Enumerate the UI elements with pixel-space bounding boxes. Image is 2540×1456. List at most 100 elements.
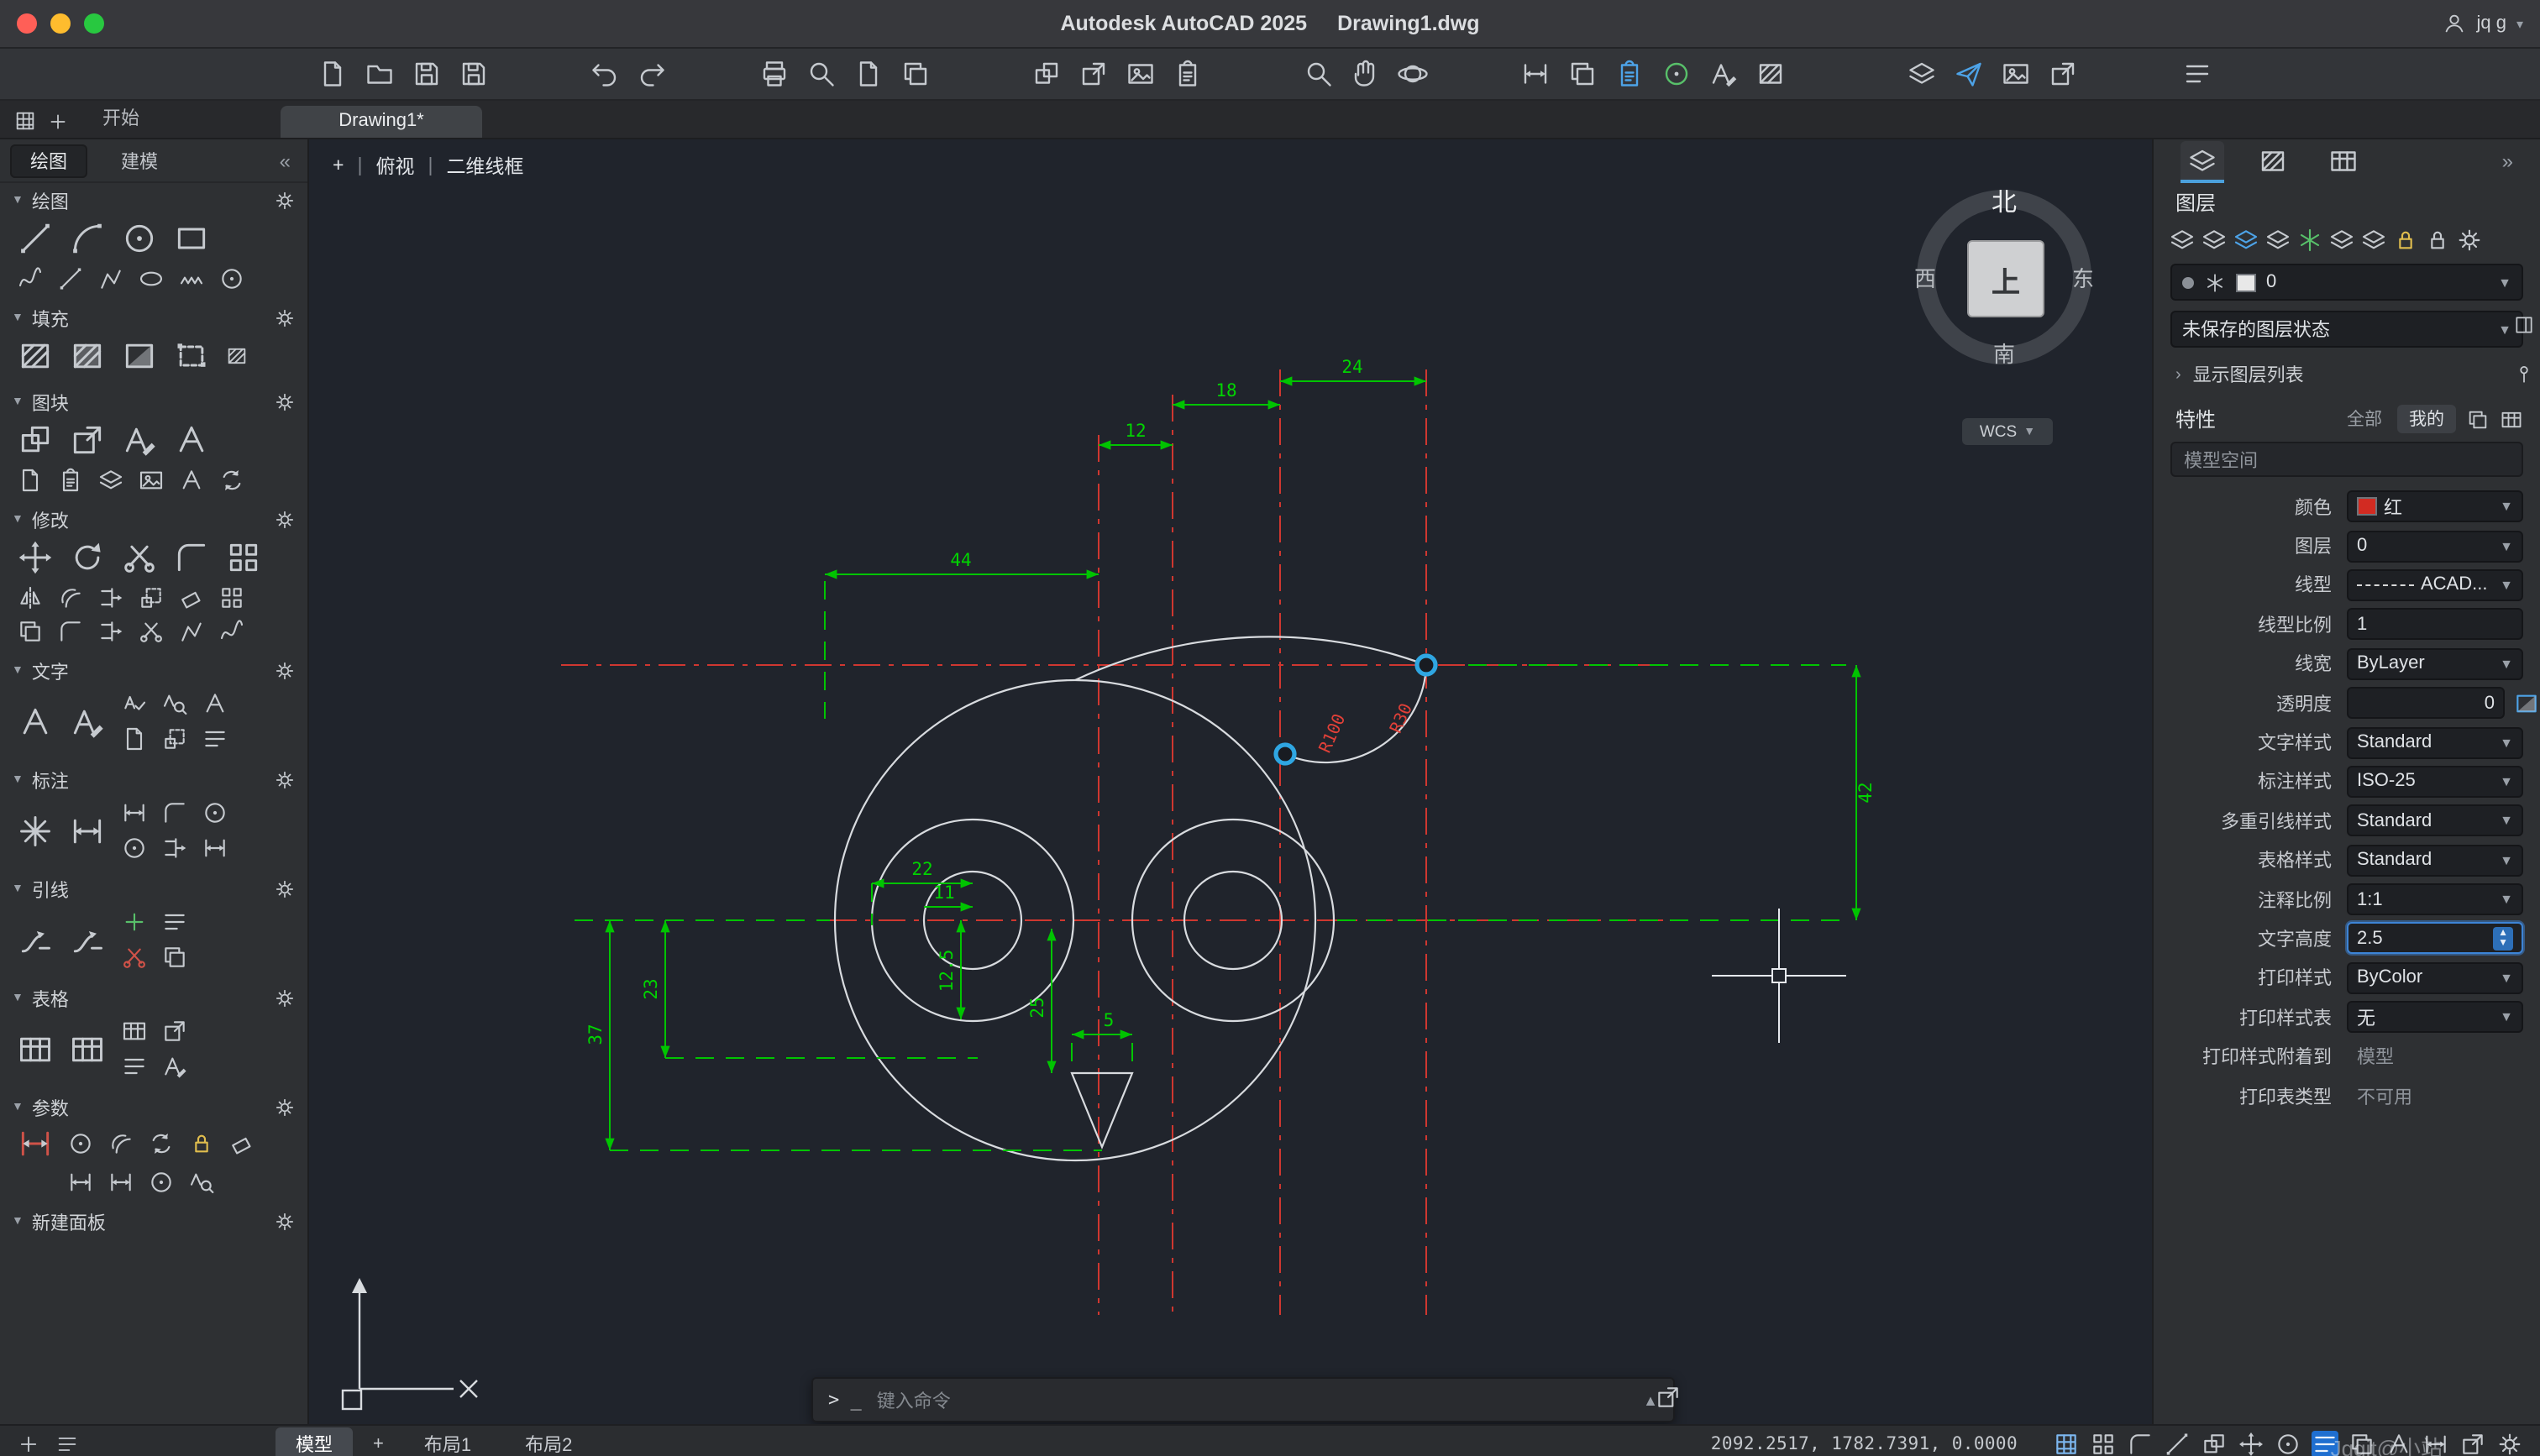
view-manager-button[interactable] [2048, 59, 2078, 89]
sync-attributes-tool-icon[interactable] [218, 467, 245, 494]
attach-reference-button[interactable] [1078, 59, 1109, 89]
more-tabs-button[interactable]: » [2502, 149, 2513, 173]
transparency-input[interactable]: 0 [2347, 687, 2505, 720]
transparency-picker-icon[interactable] [2513, 689, 2540, 716]
delete-constraints-tool-icon[interactable] [228, 1130, 255, 1157]
point-tool-icon[interactable] [218, 265, 245, 292]
command-line[interactable]: > _ 键入命令 ▲ [811, 1377, 1675, 1422]
polyline-tool-icon[interactable] [97, 265, 124, 292]
new-drawing-button[interactable] [318, 59, 348, 89]
snap-mode-toggle-icon[interactable] [2090, 1431, 2117, 1456]
viewport-menu-button[interactable]: + [333, 156, 344, 176]
tab-model[interactable]: 模型 [276, 1427, 353, 1456]
justify-text-tool-icon[interactable] [202, 725, 228, 752]
add-leader-tool-icon[interactable] [121, 909, 148, 935]
hatch-button[interactable] [1755, 59, 1786, 89]
create-block-tool-icon[interactable] [69, 422, 106, 458]
gradient-tool-icon[interactable] [121, 338, 158, 374]
clip-reference-tool-icon[interactable] [57, 467, 84, 494]
command-input-placeholder[interactable]: 键入命令 [877, 1386, 951, 1413]
palette-tab-model[interactable]: 建模 [101, 144, 178, 177]
add-tool-icon[interactable] [17, 1432, 40, 1456]
dock-panel-icon[interactable] [2513, 314, 2535, 336]
section-settings-icon[interactable] [274, 660, 296, 682]
attach-image-button[interactable] [1126, 59, 1156, 89]
compass-north[interactable]: 北 [1992, 184, 2017, 219]
collapse-triangle-icon[interactable]: ▼ [12, 883, 24, 895]
table-tool-icon[interactable] [17, 1030, 54, 1067]
set-current-layer-icon[interactable] [2233, 227, 2259, 254]
find-text-tool-icon[interactable] [161, 690, 188, 717]
page-setup-button[interactable] [853, 59, 884, 89]
grip-point[interactable] [1273, 742, 1297, 766]
section-settings-icon[interactable] [274, 769, 296, 791]
collapse-triangle-icon[interactable]: ▼ [12, 665, 24, 677]
collapse-triangle-icon[interactable]: ▼ [12, 195, 24, 207]
color-select[interactable]: 红 ▼ [2347, 490, 2523, 523]
section-settings-icon[interactable] [274, 1211, 296, 1233]
trim-tool-icon[interactable] [121, 539, 158, 576]
customization-gear-icon[interactable] [2496, 1431, 2523, 1456]
underlay-layers-tool-icon[interactable] [97, 467, 124, 494]
tab-layers[interactable] [2181, 140, 2224, 182]
align-leaders-tool-icon[interactable] [161, 909, 188, 935]
display-settings-button[interactable] [2001, 59, 2031, 89]
delete-layer-icon[interactable] [2201, 227, 2228, 254]
linear-dimension-tool-icon[interactable] [69, 812, 106, 849]
filter-all-button[interactable]: 全部 [2335, 405, 2394, 433]
object-snap-tracking-toggle-icon[interactable] [2238, 1431, 2264, 1456]
dim-style-select[interactable]: ISO-25 ▼ [2347, 765, 2523, 798]
new-layer-icon[interactable] [2169, 227, 2196, 254]
break-tool-icon[interactable] [138, 618, 165, 645]
copy-tool-icon[interactable] [17, 618, 44, 645]
layer-on-off-icon[interactable] [2264, 227, 2291, 254]
purge-button[interactable] [1661, 59, 1692, 89]
section-settings-icon[interactable] [274, 878, 296, 900]
circle-tool-icon[interactable] [121, 220, 158, 257]
attach-reference-tool-icon[interactable] [17, 467, 44, 494]
line-tool-icon[interactable] [17, 220, 54, 257]
plot-style-table-select[interactable]: 无 ▼ [2347, 1001, 2523, 1034]
ordinate-dimension-tool-icon[interactable] [161, 835, 188, 862]
tab-drawing1[interactable]: Drawing1* [281, 106, 482, 138]
construction-line-tool-icon[interactable] [57, 265, 84, 292]
save-button[interactable] [412, 59, 442, 89]
radius-dimension-tool-icon[interactable] [202, 799, 228, 826]
view-direction-button[interactable]: 俯视 [375, 153, 414, 180]
orbit-button[interactable] [1398, 59, 1428, 89]
grip-point[interactable] [1414, 653, 1438, 677]
insert-block-button[interactable] [1031, 59, 1062, 89]
table-cell-style-tool-icon[interactable] [121, 1018, 148, 1045]
linear-parameter-tool-icon[interactable] [17, 1125, 54, 1162]
arc-tool-icon[interactable] [69, 220, 106, 257]
annotation-scale-select[interactable]: 1:1 ▼ [2347, 883, 2523, 916]
clean-screen-toggle-icon[interactable] [2459, 1431, 2486, 1456]
annotation-visibility-toggle-icon[interactable] [2385, 1431, 2412, 1456]
define-attribute-tool-icon[interactable] [178, 467, 205, 494]
layer-properties-button[interactable] [1907, 59, 1937, 89]
mtext-tool-icon[interactable] [17, 703, 54, 740]
filter-mine-button[interactable]: 我的 [2397, 405, 2456, 433]
plot-button[interactable] [759, 59, 790, 89]
tab-reference[interactable] [2322, 140, 2365, 182]
diameter-dimension-tool-icon[interactable] [121, 835, 148, 862]
layer-thaw-icon[interactable] [2328, 227, 2355, 254]
mleader-style-select[interactable]: Standard ▼ [2347, 804, 2523, 837]
layer-freeze-state-icon[interactable] [2204, 271, 2226, 293]
collapse-triangle-icon[interactable]: ▼ [12, 992, 24, 1004]
revision-cloud-tool-icon[interactable] [178, 265, 205, 292]
scale-text-tool-icon[interactable] [161, 725, 188, 752]
edit-block-tool-icon[interactable] [121, 422, 158, 458]
solid-hatch-tool-icon[interactable] [69, 338, 106, 374]
lineweight-display-toggle-icon[interactable] [2312, 1431, 2338, 1456]
dim-constraint-aligned-tool-icon[interactable] [108, 1169, 134, 1196]
section-settings-icon[interactable] [274, 509, 296, 531]
new-layout-button[interactable]: + [366, 1434, 391, 1454]
table-from-data-tool-icon[interactable] [69, 1030, 106, 1067]
paste-clip-button[interactable] [1614, 59, 1645, 89]
annotation-scale-toggle-icon[interactable] [2422, 1431, 2449, 1456]
show-layer-list-toggle[interactable]: › 显示图层列表 [2154, 353, 2540, 396]
parallel-constraint-tool-icon[interactable] [108, 1130, 134, 1157]
table-style-tool-icon[interactable] [121, 1053, 148, 1080]
show-constraints-tool-icon[interactable] [188, 1169, 215, 1196]
